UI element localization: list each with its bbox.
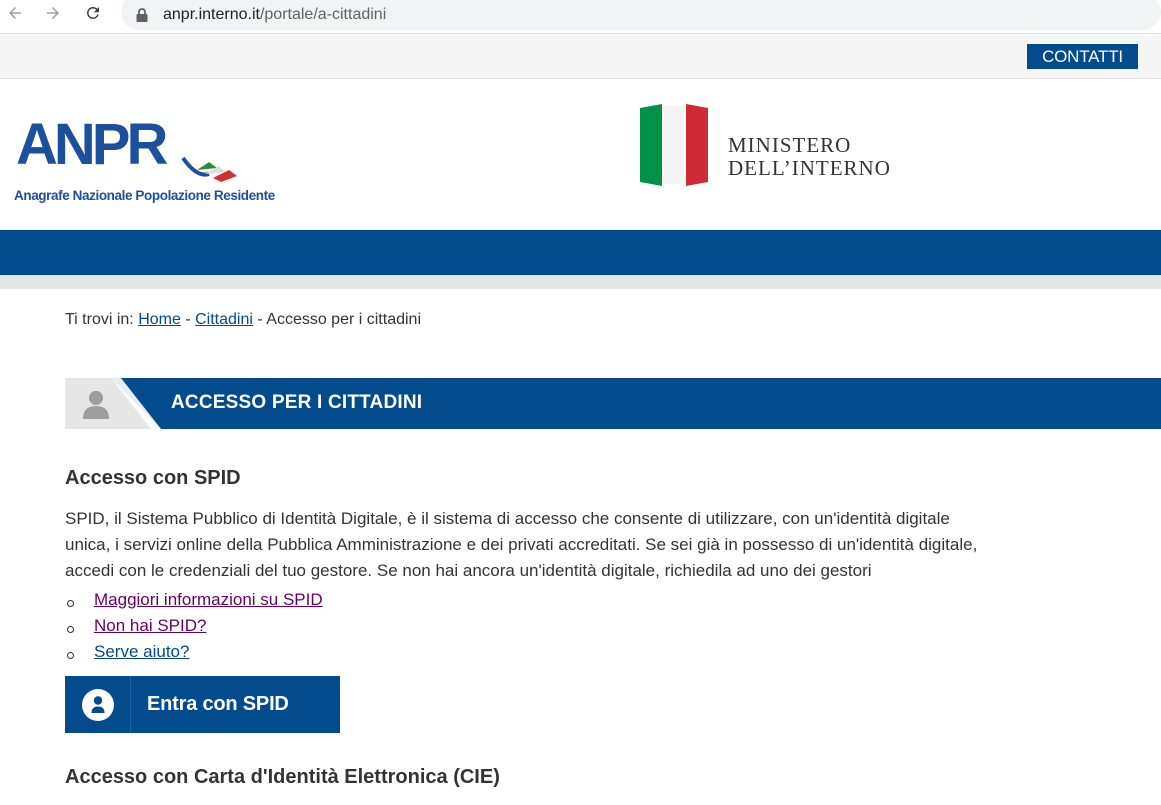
ministero-text: MINISTERO DELL’INTERNO: [728, 134, 891, 180]
breadcrumb-home-link[interactable]: Home: [138, 311, 181, 328]
reload-icon: [86, 6, 99, 19]
lock-icon: [136, 8, 148, 22]
site-header: ANPR Anagrafe Nazionale Popolazione Resi…: [0, 80, 1161, 230]
no-spid-link[interactable]: Non hai SPID?: [94, 616, 206, 635]
spid-heading: Accesso con SPID: [65, 467, 241, 489]
arrow-left-icon: [9, 7, 21, 19]
arrow-right-icon: [47, 7, 59, 19]
list-item: Maggiori informazioni su SPID: [65, 590, 323, 616]
breadcrumb-prefix: Ti trovi in:: [65, 311, 139, 328]
spid-icon-area: [65, 676, 131, 733]
anpr-logo-text: ANPR: [16, 112, 168, 177]
forward-button[interactable]: [40, 0, 66, 26]
browser-toolbar: anpr.interno.it/portale/a-cittadini: [0, 0, 1161, 34]
person-icon: [83, 391, 109, 419]
anpr-logo[interactable]: ANPR Anagrafe Nazionale Popolazione Resi…: [14, 110, 284, 210]
url-text: anpr.interno.it/portale/a-cittadini: [163, 6, 386, 24]
breadcrumb: Ti trovi in: Home - Cittadini - Accesso …: [65, 311, 421, 329]
list-item: Serve aiuto?: [65, 642, 323, 668]
main-nav-band: [0, 230, 1161, 275]
anpr-tagline: Anagrafe Nazionale Popolazione Residente: [14, 188, 275, 203]
section-title: ACCESSO PER I CITTADINI: [171, 392, 423, 413]
ministero-logo[interactable]: MINISTERO DELL’INTERNO: [640, 104, 920, 186]
italian-flag-icon: [640, 104, 708, 186]
spid-button-label: Entra con SPID: [147, 693, 289, 715]
breadcrumb-separator: -: [180, 311, 196, 328]
spid-description: SPID, il Sistema Pubblico di Identità Di…: [65, 509, 978, 580]
breadcrumb-separator: -: [252, 311, 267, 328]
flag-swoosh-icon: [181, 156, 237, 182]
help-link[interactable]: Serve aiuto?: [94, 642, 189, 661]
spid-info-link[interactable]: Maggiori informazioni su SPID: [94, 590, 323, 609]
utility-bar: CONTATTI: [0, 35, 1161, 79]
list-item: Non hai SPID?: [65, 616, 323, 642]
bullet-icon: [67, 652, 74, 659]
contatti-button[interactable]: CONTATTI: [1027, 44, 1138, 69]
breadcrumb-current: Accesso per i cittadini: [266, 311, 421, 328]
section-banner: ACCESSO PER I CITTADINI: [65, 378, 1161, 429]
cie-heading: Accesso con Carta d'Identità Elettronica…: [65, 766, 500, 788]
spid-login-button[interactable]: Entra con SPID: [65, 676, 340, 733]
back-button[interactable]: [2, 0, 28, 26]
bullet-icon: [67, 600, 74, 607]
spid-links-list: Maggiori informazioni su SPID Non hai SP…: [65, 590, 323, 668]
breadcrumb-cittadini-link[interactable]: Cittadini: [195, 311, 253, 328]
user-circle-icon: [81, 688, 114, 721]
address-bar[interactable]: anpr.interno.it/portale/a-cittadini: [121, 0, 1161, 30]
nav-underline: [0, 275, 1161, 289]
url-host: anpr.interno.it: [163, 6, 260, 23]
bullet-icon: [67, 626, 74, 633]
reload-button[interactable]: [80, 0, 106, 26]
url-path: /portale/a-cittadini: [259, 6, 387, 23]
ministero-line-1: MINISTERO: [728, 133, 852, 157]
ministero-line-2: DELL’INTERNO: [728, 156, 891, 180]
